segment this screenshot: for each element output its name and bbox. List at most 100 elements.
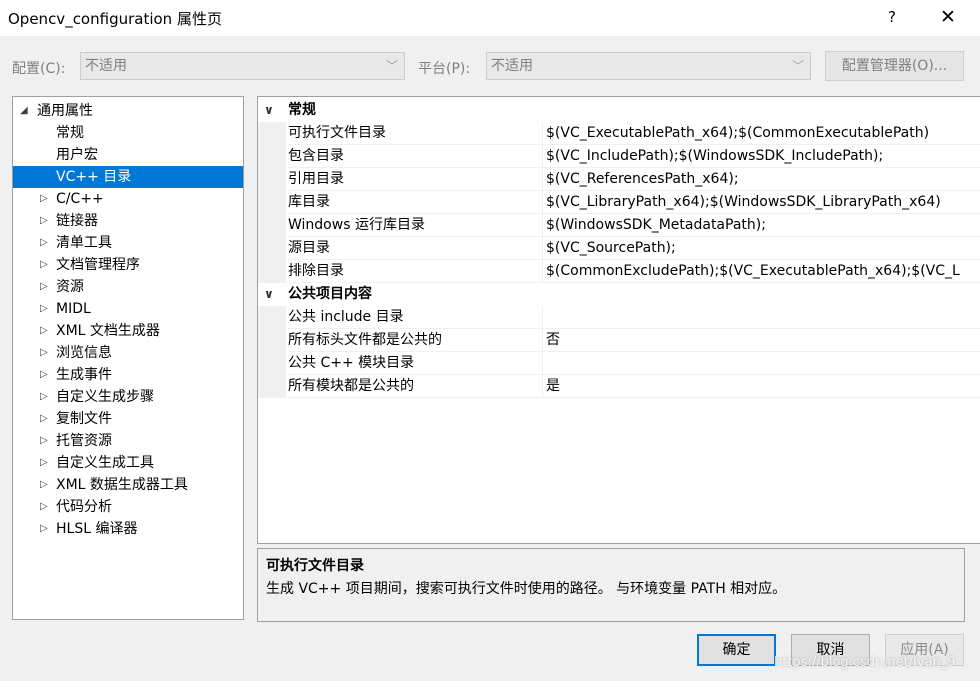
expand-triangle-icon[interactable]: ▷ — [40, 518, 52, 540]
tree-item-label: 自定义生成工具 — [56, 455, 154, 471]
chevron-down-icon[interactable]: ∨ — [264, 283, 274, 306]
tree-item[interactable]: ▷ 浏览信息 — [13, 342, 243, 364]
row-gutter — [258, 145, 286, 168]
property-value[interactable]: $(VC_IncludePath);$(WindowsSDK_IncludePa… — [542, 145, 980, 168]
watermark: https://blog.csdn.net/Ivan_9 — [774, 655, 956, 670]
tree-item[interactable]: ▷ 文档管理程序 — [13, 254, 243, 276]
expand-triangle-icon[interactable]: ▷ — [40, 188, 52, 210]
tree-item-label: 自定义生成步骤 — [56, 389, 154, 405]
row-gutter — [258, 329, 286, 352]
tree-item[interactable]: ▷ XML 数据生成器工具 — [13, 474, 243, 496]
tree-item[interactable]: ▷ 资源 — [13, 276, 243, 298]
row-gutter — [258, 352, 286, 375]
expand-triangle-icon[interactable]: ▷ — [40, 408, 52, 430]
tree-item[interactable]: 常规 — [13, 122, 243, 144]
tree-item-label: 资源 — [56, 279, 84, 295]
tree-item[interactable]: ▷ 代码分析 — [13, 496, 243, 518]
property-row[interactable]: 公共 include 目录 — [258, 306, 980, 329]
close-button[interactable]: ✕ — [934, 6, 962, 30]
tree-item-label: 代码分析 — [56, 499, 112, 515]
expand-triangle-icon[interactable]: ▷ — [40, 452, 52, 474]
expand-triangle-icon[interactable]: ▷ — [40, 342, 52, 364]
expand-triangle-icon[interactable]: ▷ — [40, 364, 52, 386]
platform-dropdown[interactable]: 不适用 ﹀ — [486, 52, 811, 80]
tree-item-label: 托管资源 — [56, 433, 112, 449]
property-row[interactable]: 包含目录 $(VC_IncludePath);$(WindowsSDK_Inclu… — [258, 145, 980, 168]
help-button[interactable]: ? — [880, 6, 904, 30]
expand-triangle-icon[interactable]: ▷ — [40, 298, 52, 320]
row-gutter — [258, 122, 286, 145]
tree-item[interactable]: ▷ XML 文档生成器 — [13, 320, 243, 342]
property-value[interactable]: $(VC_SourcePath); — [542, 237, 980, 260]
expand-triangle-icon[interactable]: ▷ — [40, 254, 52, 276]
description-text: 生成 VC++ 项目期间，搜索可执行文件时使用的路径。 与环境变量 PATH 相… — [266, 581, 787, 597]
property-value[interactable]: 是 — [542, 375, 980, 398]
property-grid[interactable]: ∨ 常规 可执行文件目录 $(VC_ExecutablePath_x64);$(Com… — [257, 96, 980, 544]
tree-item[interactable]: VC++ 目录 — [13, 166, 243, 188]
tree-item-label: MIDL — [56, 301, 91, 317]
expand-triangle-icon[interactable]: ▷ — [40, 386, 52, 408]
expand-triangle-icon[interactable]: ▷ — [40, 210, 52, 232]
property-row[interactable]: 可执行文件目录 $(VC_ExecutablePath_x64);$(Common… — [258, 122, 980, 145]
chevron-down-icon[interactable]: ∨ — [264, 99, 274, 122]
tree-item[interactable]: ▷ 清单工具 — [13, 232, 243, 254]
tree-item[interactable]: ▷ 托管资源 — [13, 430, 243, 452]
row-gutter — [258, 191, 286, 214]
tree-item[interactable]: ▷ MIDL — [13, 298, 243, 320]
tree-item-label: 链接器 — [56, 213, 98, 229]
expand-triangle-icon[interactable]: ▷ — [40, 430, 52, 452]
configuration-manager-button[interactable]: 配置管理器(O)... — [825, 51, 964, 81]
tree-item[interactable]: ▷ 生成事件 — [13, 364, 243, 386]
property-value[interactable] — [542, 352, 980, 375]
tree-item-label: VC++ 目录 — [56, 169, 132, 185]
property-value[interactable] — [542, 306, 980, 329]
tree-item[interactable]: ▷ C/C++ — [13, 188, 243, 210]
property-row[interactable]: 源目录 $(VC_SourcePath); — [258, 237, 980, 260]
property-name: 库目录 — [288, 191, 542, 214]
property-tree[interactable]: ◢ 通用属性 常规 用户宏 VC++ 目录 ▷ C/C++ ▷ 链接器 ▷ 清单工具 ▷ 文档管理程序 ▷… — [12, 96, 244, 620]
tree-item-label: XML 文档生成器 — [56, 323, 160, 339]
tree-item[interactable]: ▷ HLSL 编译器 — [13, 518, 243, 540]
row-gutter — [258, 260, 286, 283]
tree-item-label: C/C++ — [56, 191, 104, 207]
window-title: Opencv_configuration 属性页 — [8, 10, 222, 28]
property-value[interactable]: 否 — [542, 329, 980, 352]
tree-item-label: 文档管理程序 — [56, 257, 140, 273]
config-dropdown[interactable]: 不适用 ﹀ — [80, 52, 405, 80]
tree-item[interactable]: ▷ 自定义生成工具 — [13, 452, 243, 474]
property-name: Windows 运行库目录 — [288, 214, 542, 237]
expand-triangle-icon[interactable]: ▷ — [40, 276, 52, 298]
expand-triangle-icon[interactable]: ▷ — [40, 232, 52, 254]
property-value[interactable]: $(CommonExcludePath);$(VC_ExecutablePath… — [542, 260, 980, 283]
property-row[interactable]: Windows 运行库目录 $(WindowsSDK_MetadataPath); — [258, 214, 980, 237]
property-row[interactable]: 所有模块都是公共的是 — [258, 375, 980, 398]
expand-triangle-icon[interactable]: ▷ — [40, 474, 52, 496]
property-name: 排除目录 — [288, 260, 542, 283]
property-row[interactable]: 库目录 $(VC_LibraryPath_x64);$(WindowsSDK_Li… — [258, 191, 980, 214]
property-row[interactable]: 所有标头文件都是公共的否 — [258, 329, 980, 352]
property-value[interactable]: $(WindowsSDK_MetadataPath); — [542, 214, 980, 237]
tree-item[interactable]: ▷ 自定义生成步骤 — [13, 386, 243, 408]
chevron-down-icon: ﹀ — [385, 59, 398, 73]
property-value[interactable]: $(VC_LibraryPath_x64);$(WindowsSDK_Libra… — [542, 191, 980, 214]
property-row[interactable]: 引用目录 $(VC_ReferencesPath_x64); — [258, 168, 980, 191]
tree-item[interactable]: ▷ 链接器 — [13, 210, 243, 232]
ok-button[interactable]: 确定 — [697, 634, 776, 666]
property-value[interactable]: $(VC_ExecutablePath_x64);$(CommonExecuta… — [542, 122, 980, 145]
row-gutter — [258, 306, 286, 329]
tree-item[interactable]: ◢ 通用属性 — [13, 100, 243, 122]
property-row[interactable]: 公共 C++ 模块目录 — [258, 352, 980, 375]
tree-item-label: 浏览信息 — [56, 345, 112, 361]
tree-item-label: 用户宏 — [56, 147, 98, 163]
category-row[interactable]: ∨ 公共项目内容 — [258, 283, 980, 306]
tree-item[interactable]: 用户宏 — [13, 144, 243, 166]
category-row[interactable]: ∨ 常规 — [258, 99, 980, 122]
expand-triangle-icon[interactable]: ▷ — [40, 320, 52, 342]
property-row[interactable]: 排除目录 $(CommonExcludePath);$(VC_Executable… — [258, 260, 980, 283]
expand-triangle-icon[interactable]: ▷ — [40, 496, 52, 518]
tree-item[interactable]: ▷ 复制文件 — [13, 408, 243, 430]
property-name: 所有模块都是公共的 — [288, 375, 542, 398]
property-value[interactable]: $(VC_ReferencesPath_x64); — [542, 168, 980, 191]
property-name: 源目录 — [288, 237, 542, 260]
collapse-triangle-icon[interactable]: ◢ — [20, 100, 32, 122]
